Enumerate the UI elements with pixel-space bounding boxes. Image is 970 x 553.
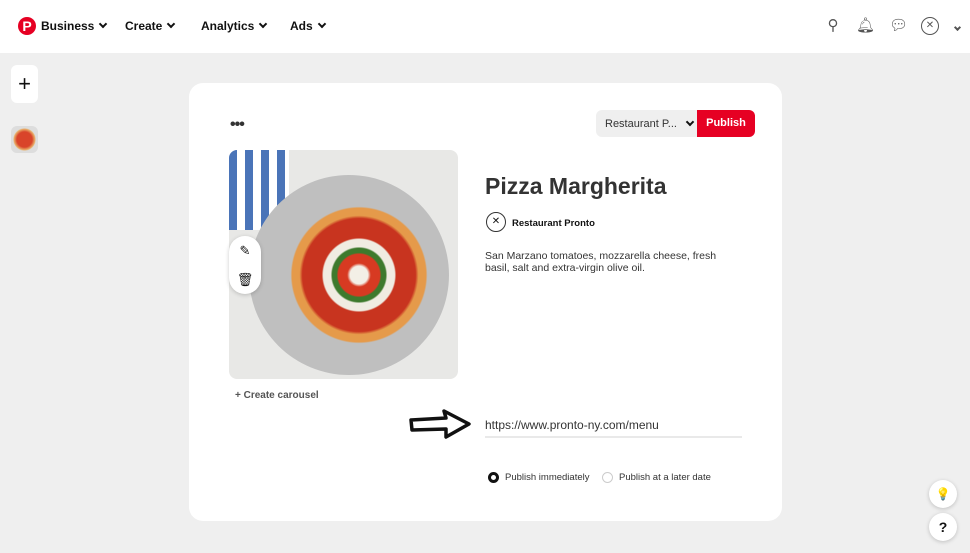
board-select[interactable]: Restaurant P...: [596, 110, 697, 137]
chevron-down-icon: [685, 117, 695, 126]
more-options-button[interactable]: •••: [230, 116, 245, 134]
trash-icon[interactable]: 🗑︎: [229, 265, 261, 294]
pin-image: [229, 150, 458, 379]
nav-analytics[interactable]: Analytics: [201, 19, 268, 33]
search-icon[interactable]: ⚲: [824, 17, 842, 35]
pizza-photo: [249, 175, 449, 375]
help-button[interactable]: ?: [929, 513, 957, 541]
radio-unselected: [602, 472, 613, 483]
nav-label: Create: [125, 19, 163, 33]
radio-label: Publish immediately: [505, 472, 590, 483]
nav-ads[interactable]: Ads: [290, 19, 326, 33]
chevron-down-icon: [99, 19, 108, 29]
nav-business[interactable]: Business: [41, 19, 108, 33]
chevron-down-icon: [317, 19, 326, 29]
publish-later-radio[interactable]: Publish at a later date: [602, 472, 711, 483]
nav-label: Ads: [290, 19, 313, 33]
nav-label: Analytics: [201, 19, 255, 33]
publish-immediately-radio[interactable]: Publish immediately: [488, 472, 589, 483]
nav-create[interactable]: Create: [125, 19, 176, 33]
owner-name: Restaurant Pronto: [512, 218, 595, 229]
draft-thumbnail[interactable]: [11, 126, 38, 153]
bell-icon[interactable]: 🔔︎: [856, 17, 875, 35]
chevron-down-icon: [167, 19, 176, 29]
radio-selected: [488, 472, 499, 483]
radio-label: Publish at a later date: [619, 472, 711, 483]
chat-icon[interactable]: 💬︎: [889, 17, 908, 35]
pinterest-logo[interactable]: P: [18, 17, 36, 35]
board-name: Restaurant P...: [605, 117, 677, 130]
account-chevron[interactable]: [948, 17, 966, 35]
chevron-down-icon: [953, 23, 961, 32]
pin-editor-card: ••• Restaurant P... Publish ✎ 🗑︎ + Creat…: [189, 83, 782, 521]
destination-link-input[interactable]: https://www.pronto-ny.com/menu: [485, 418, 742, 438]
pin-title[interactable]: Pizza Margherita: [485, 173, 667, 200]
chevron-down-icon: [259, 19, 268, 29]
nav-label: Business: [41, 19, 95, 33]
edit-pencil-icon[interactable]: ✎: [229, 236, 261, 265]
lightbulb-icon[interactable]: 💡: [929, 480, 957, 508]
add-pin-button[interactable]: +: [11, 65, 38, 103]
avatar[interactable]: ✕: [921, 17, 939, 35]
arrow-annotation-icon: [409, 409, 471, 439]
create-carousel-link[interactable]: + Create carousel: [235, 390, 319, 401]
image-tools: ✎ 🗑︎: [229, 236, 261, 294]
publish-button[interactable]: Publish: [697, 110, 755, 137]
pin-description[interactable]: San Marzano tomatoes, mozzarella cheese,…: [485, 250, 735, 274]
top-nav: P Business Create Analytics Ads ⚲ 🔔︎ 💬︎ …: [0, 0, 970, 53]
owner-avatar: ✕: [486, 212, 506, 232]
